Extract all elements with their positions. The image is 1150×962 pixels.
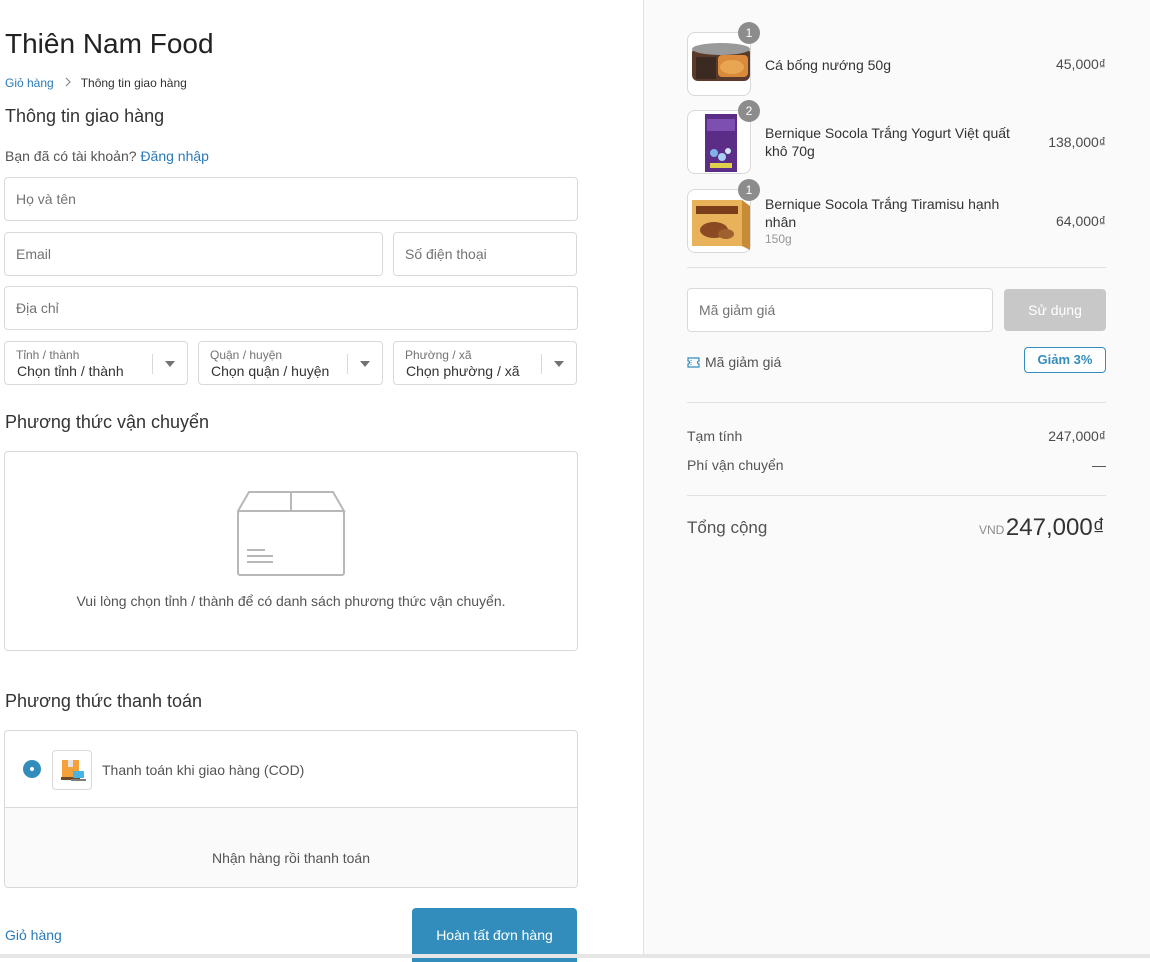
cod-detail: Nhận hàng rồi thanh toán — [5, 808, 577, 887]
address-field[interactable] — [4, 286, 578, 330]
quantity-badge: 1 — [738, 179, 760, 201]
total-currency: VND — [979, 523, 1005, 537]
divider — [687, 267, 1106, 268]
login-prompt: Bạn đã có tài khoản? Đăng nhập — [5, 148, 209, 164]
district-select-label: Quận / huyện — [210, 348, 283, 362]
phone-field[interactable] — [393, 232, 577, 276]
total-value: 247,000₫ — [1005, 514, 1105, 541]
email-field[interactable] — [4, 232, 383, 276]
phone-input[interactable] — [394, 233, 576, 275]
ticket-icon — [687, 356, 700, 368]
address-input[interactable] — [5, 287, 577, 329]
total-label: Tổng cộng — [687, 518, 768, 537]
product-price: 64,000₫ — [1055, 213, 1106, 229]
select-divider — [152, 354, 153, 374]
product-name: Bernique Socola Trắng Tiramisu hạnh nhân — [765, 196, 1000, 230]
province-select-value: Chọn tỉnh / thành — [17, 363, 124, 379]
discount-code-input[interactable] — [688, 289, 992, 331]
order-summary: 1 Cá bống nướng 50g 45,000₫ 2 Bernique S… — [643, 0, 1150, 958]
divider — [687, 495, 1106, 496]
cart-item: 1 Bernique Socola Trắng Tiramisu hạnh nh… — [687, 179, 1106, 253]
discount-code-field[interactable] — [687, 288, 993, 332]
caret-down-icon — [360, 361, 370, 367]
shipping-method-title: Phương thức vận chuyển — [5, 412, 210, 432]
full-name-field[interactable] — [4, 177, 578, 221]
coupon-list-toggle[interactable]: Mã giảm giá — [687, 354, 781, 370]
breadcrumb: Giỏ hàng Thông tin giao hàng — [5, 76, 187, 90]
caret-down-icon — [165, 361, 175, 367]
checkout-main: Thiên Nam Food Giỏ hàng Thông tin giao h… — [0, 0, 643, 962]
product-variant: 150g — [765, 232, 792, 246]
login-link[interactable]: Đăng nhập — [140, 148, 209, 164]
select-divider — [541, 354, 542, 374]
district-select[interactable]: Quận / huyện Chọn quận / huyện — [198, 341, 383, 385]
cod-detail-text: Nhận hàng rồi thanh toán — [211, 850, 370, 866]
product-price: 138,000₫ — [1048, 134, 1106, 150]
cod-icon — [52, 750, 92, 790]
shipping-fee-label: Phí vận chuyển — [687, 457, 784, 473]
payment-method-box: Thanh toán khi giao hàng (COD) Nhận hàng… — [4, 730, 578, 888]
box-icon — [237, 491, 346, 576]
coupon-list-label: Mã giảm giá — [705, 354, 782, 370]
cod-radio[interactable] — [23, 760, 41, 778]
cart-item: 1 Cá bống nướng 50g 45,000₫ — [687, 22, 1106, 96]
district-select-value: Chọn quận / huyện — [211, 363, 330, 379]
caret-down-icon — [554, 361, 564, 367]
email-input[interactable] — [5, 233, 382, 275]
shipping-empty-text: Vui lòng chọn tỉnh / thành để có danh sá… — [76, 593, 506, 609]
shipping-info-title: Thông tin giao hàng — [5, 106, 165, 126]
province-select-label: Tỉnh / thành — [16, 348, 80, 362]
product-name: Cá bống nướng 50g — [765, 57, 891, 73]
subtotal-row: Tạm tính 247,000₫ — [687, 428, 1106, 444]
subtotal-label: Tạm tính — [687, 428, 743, 444]
full-name-input[interactable] — [5, 178, 577, 220]
select-divider — [347, 354, 348, 374]
back-to-cart-link[interactable]: Giỏ hàng — [5, 927, 62, 943]
coupon-badge[interactable]: Giảm 3% — [1024, 347, 1106, 373]
shipping-fee-value: — — [1092, 457, 1106, 473]
shop-title: Thiên Nam Food — [5, 28, 214, 59]
divider — [687, 402, 1106, 403]
cart-item: 2 Bernique Socola Trắng Yogurt Việt quất… — [687, 100, 1106, 174]
ward-select-value: Chọn phường / xã — [406, 363, 520, 379]
payment-method-title: Phương thức thanh toán — [5, 691, 203, 711]
apply-discount-button[interactable]: Sử dụng — [1004, 289, 1106, 331]
quantity-badge: 1 — [738, 22, 760, 44]
shipping-method-box: Vui lòng chọn tỉnh / thành để có danh sá… — [4, 451, 578, 651]
ward-select[interactable]: Phường / xã Chọn phường / xã — [393, 341, 577, 385]
have-account-text: Bạn đã có tài khoản? — [5, 148, 137, 164]
product-name: Bernique Socola Trắng Yogurt Việt quất k… — [765, 125, 1010, 159]
breadcrumb-current: Thông tin giao hàng — [80, 76, 187, 90]
payment-option-cod[interactable]: Thanh toán khi giao hàng (COD) — [5, 731, 577, 808]
quantity-badge: 2 — [738, 100, 760, 122]
breadcrumb-cart-link[interactable]: Giỏ hàng — [5, 76, 54, 90]
shipping-fee-row: Phí vận chuyển — — [687, 457, 1106, 473]
chevron-right-icon — [65, 76, 71, 90]
ward-select-label: Phường / xã — [405, 348, 472, 362]
province-select[interactable]: Tỉnh / thành Chọn tỉnh / thành — [4, 341, 188, 385]
product-price: 45,000₫ — [1055, 56, 1106, 72]
subtotal-value: 247,000₫ — [1048, 428, 1106, 444]
cod-label: Thanh toán khi giao hàng (COD) — [102, 762, 305, 778]
bottom-border — [0, 954, 1150, 958]
